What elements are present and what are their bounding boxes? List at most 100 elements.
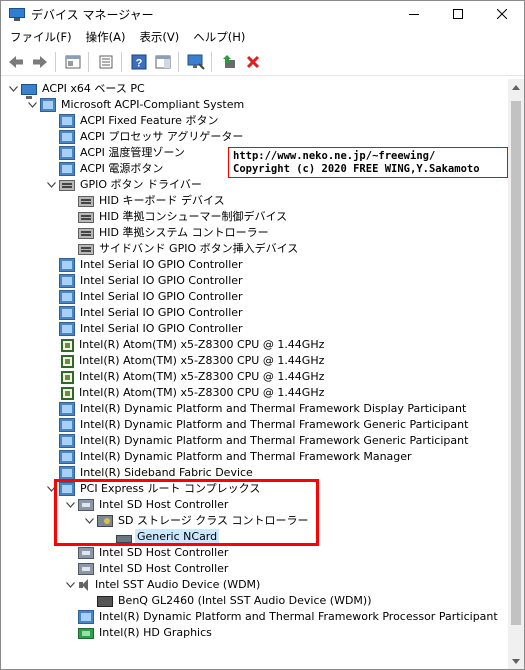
vertical-scrollbar[interactable] [508,79,524,669]
tree-node-sd-host-3[interactable]: Intel SD Host Controller [64,561,230,577]
maximize-button[interactable] [436,1,480,27]
tree-node-serial-gpio-5[interactable]: Intel Serial IO GPIO Controller [45,321,245,337]
action-pane-icon [155,55,171,68]
tree-node-label: Intel(R) Dynamic Platform and Thermal Fr… [99,610,498,623]
tree-node-cpu-1[interactable]: Intel(R) Atom(TM) x5-Z8300 CPU @ 1.44GHz [45,337,326,353]
display-adapter-icon [78,627,94,639]
update-view-icon [99,55,113,68]
menu-file[interactable]: ファイル(F) [3,27,79,47]
tree-node-dptf-processor[interactable]: Intel(R) Dynamic Platform and Thermal Fr… [64,609,500,625]
tree-node-label: Intel(R) Atom(TM) x5-Z8300 CPU @ 1.44GHz [79,370,325,383]
tree-node-root[interactable]: ACPI x64 ベース PC [7,81,147,99]
system-device-icon [59,466,75,480]
tree-node-gpio-driver[interactable]: GPIO ボタン ドライバー [45,177,204,193]
tree-node-hd-graphics[interactable]: Intel(R) HD Graphics [64,625,214,641]
tree-node-label: ACPI Fixed Feature ボタン [80,114,219,127]
expand-chevron-icon[interactable] [26,97,38,113]
tree-node-label: GPIO ボタン ドライバー [80,178,202,191]
menu-view[interactable]: 表示(V) [132,27,186,47]
tree-node-serial-gpio-2[interactable]: Intel Serial IO GPIO Controller [45,273,245,289]
expand-chevron-icon[interactable] [64,577,76,593]
speaker-icon [78,578,90,592]
computer-icon [21,83,37,99]
forward-button[interactable] [29,51,51,73]
tree-node-label: Intel SD Host Controller [99,546,229,559]
tree-node-serial-gpio-4[interactable]: Intel Serial IO GPIO Controller [45,305,245,321]
scroll-up-button[interactable] [508,79,524,95]
cpu-icon [61,354,74,368]
tree-node-benq-audio[interactable]: BenQ GL2460 (Intel SST Audio Device (WDM… [83,593,374,609]
tree-node-acpi-thermal[interactable]: ACPI 温度管理ゾーン [45,145,187,161]
tree-node-acpi-power[interactable]: ACPI 電源ボタン [45,161,165,177]
menu-bar: ファイル(F) 操作(A) 表示(V) ヘルプ(H) [1,27,524,47]
toolbar-separator [121,51,122,72]
tree-node-label: Intel Serial IO GPIO Controller [80,258,243,271]
scroll-down-button[interactable] [508,653,524,669]
maximize-icon [453,9,463,19]
tree-node-dptf-manager[interactable]: Intel(R) Dynamic Platform and Thermal Fr… [45,449,414,465]
tree-node-sd-host-2[interactable]: Intel SD Host Controller [64,545,230,561]
add-driver-button[interactable] [218,51,240,73]
tree-node-label: Intel Serial IO GPIO Controller [80,306,243,319]
hid-icon [78,211,94,223]
scan-hardware-button[interactable] [185,51,207,73]
annotation-url: http://www.neko.ne.jp/~freewing/ [233,150,436,162]
tree-node-cpu-2[interactable]: Intel(R) Atom(TM) x5-Z8300 CPU @ 1.44GHz [45,353,326,369]
tree-node-hid-consumer[interactable]: HID 準拠コンシューマー制御デバイス [64,209,289,225]
device-manager-window: デバイス マネージャー ファイル(F) 操作(A) 表示(V) ヘルプ(H) ?… [0,0,525,670]
scan-hardware-icon [187,54,205,70]
tree-node-label: Intel(R) Atom(TM) x5-Z8300 CPU @ 1.44GHz [79,338,325,351]
toolbar: ? [1,48,524,76]
help-button[interactable]: ? [128,51,150,73]
system-device-icon [59,146,75,160]
tree-node-label: ACPI プロセッサ アグリゲーター [80,130,244,143]
tree-node-label: Intel(R) HD Graphics [99,626,212,639]
tree-node-serial-gpio-1[interactable]: Intel Serial IO GPIO Controller [45,257,245,273]
svg-text:?: ? [136,57,143,69]
tree-node-cpu-4[interactable]: Intel(R) Atom(TM) x5-Z8300 CPU @ 1.44GHz [45,385,326,401]
tree-node-hid-system[interactable]: HID 準拠システム コントローラー [64,225,271,241]
menu-help[interactable]: ヘルプ(H) [186,27,252,47]
tree-node-dptf-display[interactable]: Intel(R) Dynamic Platform and Thermal Fr… [45,401,468,417]
tree-node-label: HID 準拠システム コントローラー [99,226,269,239]
tree-node-dptf-generic-2[interactable]: Intel(R) Dynamic Platform and Thermal Fr… [45,433,470,449]
tree-node-acpi-system[interactable]: Microsoft ACPI-Compliant System [26,97,246,113]
chevron-up-icon [512,84,520,90]
expand-chevron-icon[interactable] [7,81,19,97]
tree-node-cpu-3[interactable]: Intel(R) Atom(TM) x5-Z8300 CPU @ 1.44GHz [45,369,326,385]
tree-node-label: HID 準拠コンシューマー制御デバイス [99,210,288,223]
scrollbar-thumb[interactable] [511,101,521,625]
system-device-icon [59,402,75,416]
back-button[interactable] [5,51,27,73]
tree-node-sst-audio[interactable]: Intel SST Audio Device (WDM) [64,577,262,593]
tree-node-dptf-generic-1[interactable]: Intel(R) Dynamic Platform and Thermal Fr… [45,417,470,433]
tree-node-hid-kbd[interactable]: HID キーボード デバイス [64,193,227,209]
tree-node-serial-gpio-3[interactable]: Intel Serial IO GPIO Controller [45,289,245,305]
tree-node-label: ACPI 温度管理ゾーン [80,146,185,159]
tree-node-label: ACPI 電源ボタン [80,162,164,175]
action-pane-button[interactable] [152,51,174,73]
close-button[interactable] [480,1,524,27]
properties-button[interactable] [62,51,84,73]
uninstall-button[interactable] [242,51,264,73]
cpu-icon [61,370,74,384]
menu-action[interactable]: 操作(A) [79,27,133,47]
tree-node-acpi-proc[interactable]: ACPI プロセッサ アグリゲーター [45,129,245,145]
update-view-button[interactable] [95,51,117,73]
tree-node-sideband-gpio[interactable]: サイドバンド GPIO ボタン挿入デバイス [64,241,300,257]
expand-chevron-icon[interactable] [45,177,57,193]
minimize-button[interactable] [392,1,436,27]
title-bar[interactable]: デバイス マネージャー [1,1,524,27]
tree-node-acpi-fixed[interactable]: ACPI Fixed Feature ボタン [45,113,220,129]
system-device-icon [59,434,75,448]
